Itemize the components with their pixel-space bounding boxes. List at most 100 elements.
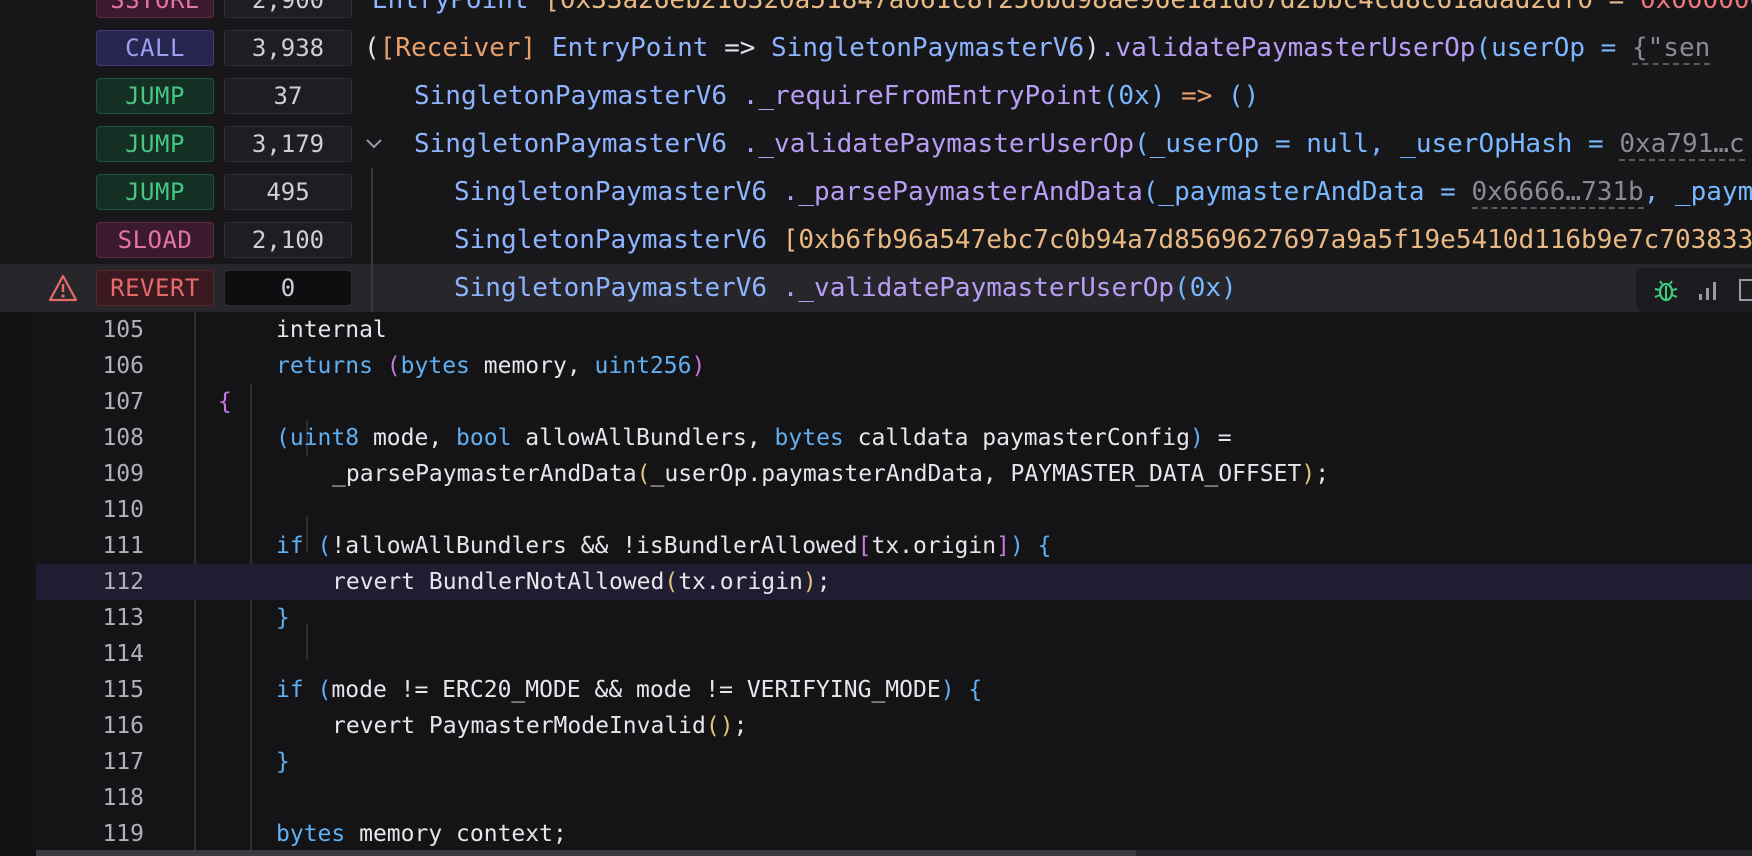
line-number: 119	[102, 821, 144, 847]
bug-icon[interactable]	[1652, 276, 1680, 304]
contract-name[interactable]: SingletonPaymasterV6	[454, 225, 767, 255]
callee-contract[interactable]: SingletonPaymasterV6	[771, 33, 1084, 63]
arg-value[interactable]: {"sen	[1632, 33, 1711, 65]
code-line[interactable]: 114	[36, 636, 1752, 672]
paren: (	[276, 425, 290, 451]
code-text: ;	[1315, 461, 1330, 487]
opcode-badge: JUMP	[96, 126, 214, 162]
call-arrow: =>	[724, 33, 756, 63]
horizontal-scrollbar[interactable]	[36, 850, 1752, 856]
code-text: =	[1203, 425, 1232, 451]
trace-row-selected[interactable]: REVERT 0 SingletonPaymasterV6 ._validate…	[0, 264, 1752, 312]
arg-value[interactable]: 0xa791…c	[1619, 129, 1745, 161]
paren: )	[802, 569, 817, 595]
line-number: 112	[102, 569, 144, 595]
code-line[interactable]: 117 }	[36, 744, 1752, 780]
code-line[interactable]: 111 if (!allowAllBundlers && !isBundlerA…	[36, 528, 1752, 564]
code-line-highlighted[interactable]: 112 revert BundlerNotAllowed(tx.origin);	[36, 564, 1752, 600]
paren: )	[940, 677, 955, 703]
opcode-badge: JUMP	[96, 78, 214, 114]
gas-value: 495	[224, 174, 352, 210]
scrollbar-thumb[interactable]	[36, 850, 1136, 856]
line-number: 118	[102, 785, 144, 811]
paren: )	[1301, 461, 1316, 487]
code-text: ;	[733, 713, 748, 739]
gas-value: 0	[224, 270, 352, 306]
trace-row[interactable]: CALL 3,938 ([Receiver] EntryPoint => Sin…	[0, 24, 1752, 72]
function-args: (_paymasterAndData =	[1142, 177, 1472, 207]
trace-row[interactable]: JUMP 495 SingletonPaymasterV6 ._parsePay…	[0, 168, 1752, 216]
bar-chart-icon[interactable]	[1694, 276, 1722, 304]
line-number: 109	[102, 461, 144, 487]
code-line[interactable]: 110	[36, 492, 1752, 528]
function-name[interactable]: ._validatePaymasterUserOp	[783, 273, 1174, 303]
opcode-badge: REVERT	[96, 270, 214, 306]
code-line[interactable]: 115 if (mode != ERC20_MODE && mode != VE…	[36, 672, 1752, 708]
function-args: (0x)	[1174, 273, 1237, 303]
brace: {	[1023, 533, 1052, 559]
bracket: [	[857, 533, 872, 559]
trace-panel: SSTORE 2,900 EntryPoint [0x33a26eb216320…	[0, 0, 1752, 312]
code-text: tx.origin	[871, 533, 997, 559]
line-number: 108	[102, 425, 144, 451]
type: bool	[456, 425, 512, 451]
code-line[interactable]: 118	[36, 780, 1752, 816]
contract-name[interactable]: SingletonPaymasterV6	[454, 177, 767, 207]
code-text: }	[276, 749, 290, 775]
gas-value: 2,100	[224, 222, 352, 258]
paren: (	[364, 33, 380, 63]
trace-toolbar	[1636, 268, 1752, 312]
panel-icon[interactable]	[1736, 276, 1752, 304]
trace-row[interactable]: JUMP 3,179 SingletonPaymasterV6 ._valida…	[0, 120, 1752, 168]
code-text: !allowAllBundlers && !isBundlerAllowed	[331, 533, 858, 559]
caller-contract[interactable]: EntryPoint	[552, 33, 709, 63]
function-name[interactable]: ._requireFromEntryPoint	[743, 81, 1103, 111]
function-args: (0x)	[1102, 81, 1166, 111]
code-line[interactable]: 106 returns (bytes memory, uint256)	[36, 348, 1752, 384]
code-text: allowAllBundlers,	[511, 425, 775, 451]
chevron-down-icon[interactable]	[364, 120, 384, 168]
code-line[interactable]: 105 internal	[36, 312, 1752, 348]
function-name[interactable]: .validatePaymasterUserOp	[1100, 33, 1476, 63]
function-name[interactable]: ._validatePaymasterUserOp	[743, 129, 1134, 159]
line-number: 110	[102, 497, 144, 523]
paren: (	[303, 533, 332, 559]
code-line[interactable]: 109 _parsePaymasterAndData(_userOp.payma…	[36, 456, 1752, 492]
tree-guide	[371, 168, 373, 312]
paren: (	[636, 461, 651, 487]
paren: (	[664, 569, 679, 595]
return-value: ()	[1228, 81, 1260, 111]
code-text: mode != ERC20_MODE && mode != VERIFYING_…	[331, 677, 941, 703]
trace-row[interactable]: SSTORE 2,900 EntryPoint [0x33a26eb216320…	[0, 0, 1752, 24]
function-args-tail: , _paym	[1643, 177, 1752, 207]
code-line[interactable]: 113 }	[36, 600, 1752, 636]
line-number: 115	[102, 677, 144, 703]
type: bytes	[276, 821, 346, 847]
keyword: if	[276, 533, 304, 559]
contract-name[interactable]: EntryPoint	[372, 0, 529, 15]
trace-row[interactable]: JUMP 37 SingletonPaymasterV6 ._requireFr…	[0, 72, 1752, 120]
opcode-badge: CALL	[96, 30, 214, 66]
source-code-editor: 105 internal 106 returns (bytes memory, …	[36, 312, 1752, 852]
code-line[interactable]: 107 {	[36, 384, 1752, 420]
trace-row[interactable]: SLOAD 2,100 SingletonPaymasterV6 [0xb6fb…	[0, 216, 1752, 264]
storage-slot: [0x33a26eb216320a51847a061c8f256bd98ae96…	[544, 0, 1640, 15]
contract-name[interactable]: SingletonPaymasterV6	[414, 129, 727, 159]
code-text: _parsePaymasterAndData	[332, 461, 637, 487]
line-number: 116	[102, 713, 144, 739]
paren: )	[1084, 33, 1100, 63]
brace: {	[954, 677, 983, 703]
code-line[interactable]: 116 revert PaymasterModeInvalid();	[36, 708, 1752, 744]
contract-name[interactable]: SingletonPaymasterV6	[454, 273, 767, 303]
arg-value[interactable]: 0x6666…731b	[1471, 177, 1644, 209]
code-text: ;	[816, 569, 831, 595]
contract-name[interactable]: SingletonPaymasterV6	[414, 81, 727, 111]
warning-triangle-icon	[48, 274, 78, 302]
code-line[interactable]: 108 (uint8 mode, bool allowAllBundlers, …	[36, 420, 1752, 456]
function-name[interactable]: ._parsePaymasterAndData	[783, 177, 1143, 207]
code-line[interactable]: 119 bytes memory context;	[36, 816, 1752, 852]
opcode-badge: SLOAD	[96, 222, 214, 258]
code-text: }	[276, 605, 290, 631]
line-number: 114	[102, 641, 144, 667]
keyword: if	[276, 677, 304, 703]
